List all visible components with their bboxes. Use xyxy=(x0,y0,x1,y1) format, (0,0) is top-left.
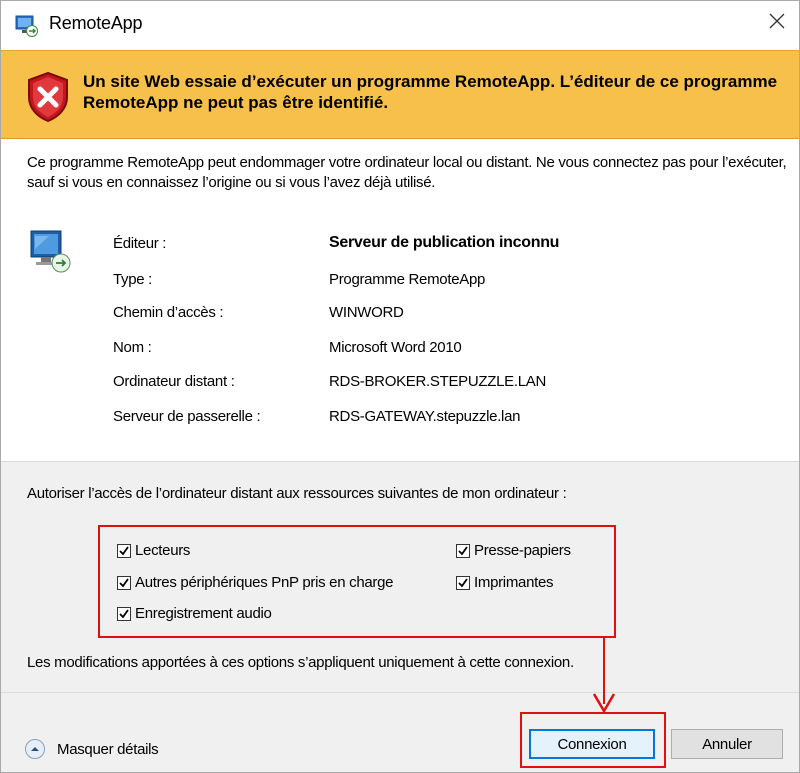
remote-computer-value: RDS-BROKER.STEPUZZLE.LAN xyxy=(329,373,547,390)
title-bar: RemoteApp xyxy=(1,1,799,49)
warning-banner: Un site Web essaie d’exécuter un program… xyxy=(1,50,799,139)
highlight-box-connect xyxy=(520,712,666,768)
remoteapp-dialog: RemoteApp Un site Web essaie d’exécuter … xyxy=(0,0,800,773)
name-label: Nom : xyxy=(113,339,152,356)
remote-computer-label: Ordinateur distant : xyxy=(113,373,235,390)
hide-details-label: Masquer détails xyxy=(57,740,159,758)
highlight-box-options xyxy=(98,525,616,638)
security-warning-shield-icon xyxy=(28,71,68,123)
warning-text: Un site Web essaie d’exécuter un program… xyxy=(83,72,778,112)
options-note: Les modifications apportées à ces option… xyxy=(27,654,574,671)
close-button[interactable] xyxy=(755,1,799,41)
chevron-up-icon[interactable] xyxy=(25,739,45,759)
intro-text: Ce programme RemoteApp peut endommager v… xyxy=(27,154,787,191)
window-title: RemoteApp xyxy=(49,13,143,33)
hide-details-toggle[interactable]: Masquer détails xyxy=(25,739,159,759)
cancel-button[interactable]: Annuler xyxy=(671,729,783,759)
publisher-label: Éditeur : xyxy=(113,235,167,252)
gateway-value: RDS-GATEWAY.stepuzzle.lan xyxy=(329,408,521,425)
annotation-arrow-head xyxy=(592,693,616,714)
name-value: Microsoft Word 2010 xyxy=(329,339,462,356)
close-icon xyxy=(769,13,785,29)
type-label: Type : xyxy=(113,271,153,288)
remoteapp-icon xyxy=(15,15,38,37)
remote-computer-icon xyxy=(30,230,71,273)
path-value: WINWORD xyxy=(329,304,404,321)
publisher-value: Serveur de publication inconnu xyxy=(329,234,560,251)
path-label: Chemin d’accès : xyxy=(113,304,224,321)
gateway-label: Serveur de passerelle : xyxy=(113,408,261,425)
resources-heading: Autoriser l’accès de l’ordinateur distan… xyxy=(27,485,567,502)
type-value: Programme RemoteApp xyxy=(329,271,486,288)
